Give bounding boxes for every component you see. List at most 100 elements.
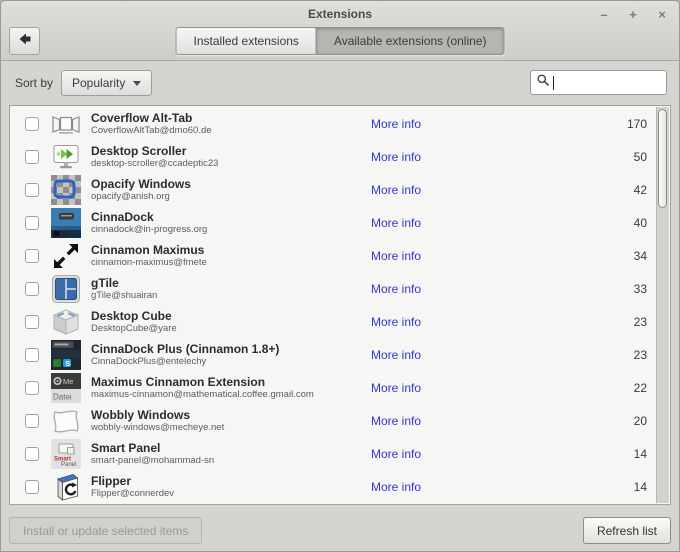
extension-text: Desktop Cube DesktopCube@yare (91, 310, 371, 334)
more-info-link[interactable]: More info (371, 183, 441, 197)
extension-row[interactable]: Me Datei Maximus Cinnamon Extension maxim… (10, 371, 655, 404)
popularity-count: 22 (633, 380, 647, 395)
extension-name: Wobbly Windows (91, 408, 190, 422)
popularity-count: 50 (633, 149, 647, 164)
more-info-link[interactable]: More info (371, 447, 441, 461)
sort-by-label: Sort by (15, 76, 54, 90)
extension-name: gTile (91, 276, 119, 290)
titlebar[interactable]: Extensions – + × (1, 1, 679, 27)
opacify-windows-icon (51, 174, 81, 205)
extension-row[interactable]: Desktop Scroller desktop-scroller@ccadep… (10, 140, 655, 173)
extension-row[interactable]: gTile gTile@shuairan More info 33 (10, 272, 655, 305)
more-info-link[interactable]: More info (371, 150, 441, 164)
desktop-scroller-icon (51, 142, 81, 172)
popularity-count: 23 (633, 347, 647, 362)
window-controls: – + × (597, 1, 669, 27)
extension-name: Smart Panel (91, 441, 161, 455)
svg-text:S: S (66, 360, 71, 367)
close-button[interactable]: × (655, 8, 669, 21)
extension-uuid: Flipper@connerdev (91, 487, 175, 499)
search-box[interactable] (530, 70, 667, 95)
search-icon (536, 73, 550, 92)
tab-bar: Installed extensions Available extension… (175, 27, 505, 55)
back-button[interactable] (9, 27, 40, 55)
popularity-count: 40 (633, 215, 647, 230)
more-info-link[interactable]: More info (371, 117, 441, 131)
extension-checkbox[interactable] (25, 215, 39, 230)
extension-text: Maximus Cinnamon Extension maximus-cinna… (91, 376, 371, 400)
extension-row[interactable]: CinnaDock cinnadock@in-progress.org More… (10, 206, 655, 239)
extension-uuid: CoverflowAltTab@dmo60.de (91, 124, 212, 136)
extension-checkbox[interactable] (25, 116, 39, 131)
extension-uuid: wobbly-windows@mecheye.net (91, 421, 225, 433)
extension-name: Coverflow Alt-Tab (91, 111, 193, 125)
extension-text: Coverflow Alt-Tab CoverflowAltTab@dmo60.… (91, 112, 371, 136)
popularity-count: 33 (633, 281, 647, 296)
extension-uuid: maximus-cinnamon@mathematical.coffee.gma… (91, 388, 314, 400)
tab-installed-extensions[interactable]: Installed extensions (176, 28, 316, 54)
extension-text: CinnaDock Plus (Cinnamon 1.8+) CinnaDock… (91, 343, 371, 367)
scrollbar-thumb[interactable] (658, 109, 667, 208)
vertical-scrollbar[interactable] (656, 107, 669, 503)
extension-text: Flipper Flipper@connerdev (91, 475, 371, 499)
extension-uuid: cinnamon-maximus@fmete (91, 256, 207, 268)
extension-checkbox[interactable] (25, 149, 39, 164)
back-arrow-icon (17, 31, 33, 52)
gtile-icon (51, 274, 81, 304)
svg-text:Panel: Panel (61, 462, 76, 468)
extension-checkbox[interactable] (25, 248, 39, 263)
desktop-cube-icon (51, 307, 81, 337)
extension-checkbox[interactable] (25, 347, 39, 362)
toolbar: Sort by Popularity (1, 61, 679, 105)
extension-text: gTile gTile@shuairan (91, 277, 371, 301)
extension-row[interactable]: Cinnamon Maximus cinnamon-maximus@fmete … (10, 239, 655, 272)
more-info-link[interactable]: More info (371, 480, 441, 494)
extension-row[interactable]: Coverflow Alt-Tab CoverflowAltTab@dmo60.… (10, 107, 655, 140)
more-info-link[interactable]: More info (371, 315, 441, 329)
extension-uuid: cinnadock@in-progress.org (91, 223, 208, 235)
extension-row[interactable]: Desktop Cube DesktopCube@yare More info … (10, 305, 655, 338)
extension-checkbox[interactable] (25, 479, 39, 494)
extension-text: Opacify Windows opacify@anish.org (91, 178, 371, 202)
maximize-button[interactable]: + (626, 8, 640, 21)
refresh-list-button[interactable]: Refresh list (582, 517, 671, 544)
install-update-button[interactable]: Install or update selected items (9, 517, 203, 544)
extension-row[interactable]: Flipper Flipper@connerdev More info 14 (10, 470, 655, 503)
extension-uuid: desktop-scroller@ccadeptic23 (91, 157, 219, 169)
extension-checkbox[interactable] (25, 380, 39, 395)
cinnadock-plus-icon: S (51, 339, 81, 370)
popularity-count: 34 (633, 248, 647, 263)
extension-name: Flipper (91, 474, 132, 488)
popularity-count: 14 (633, 479, 647, 494)
tab-available-extensions[interactable]: Available extensions (online) (315, 28, 504, 54)
coverflow-alt-tab-icon (51, 109, 81, 139)
extension-checkbox[interactable] (25, 314, 39, 329)
more-info-link[interactable]: More info (371, 249, 441, 263)
more-info-link[interactable]: More info (371, 381, 441, 395)
extension-name: Desktop Scroller (91, 144, 187, 158)
extension-name: CinnaDock Plus (Cinnamon 1.8+) (91, 342, 280, 356)
extension-checkbox[interactable] (25, 446, 39, 461)
window-chrome: Extensions – + × Installed extensions Av… (1, 1, 679, 61)
extensions-list-panel: Coverflow Alt-Tab CoverflowAltTab@dmo60.… (9, 105, 671, 505)
flipper-icon (51, 472, 81, 502)
extension-name: CinnaDock (91, 210, 154, 224)
more-info-link[interactable]: More info (371, 216, 441, 230)
popularity-count: 170 (626, 116, 647, 131)
extension-row[interactable]: S CinnaDock Plus (Cinnamon 1.8+) CinnaDo… (10, 338, 655, 371)
more-info-link[interactable]: More info (371, 348, 441, 362)
extension-checkbox[interactable] (25, 413, 39, 428)
extension-checkbox[interactable] (25, 281, 39, 296)
minimize-button[interactable]: – (597, 8, 611, 21)
sort-dropdown-value: Popularity (72, 76, 126, 90)
extension-uuid: opacify@anish.org (91, 190, 170, 202)
extension-row[interactable]: Opacify Windows opacify@anish.org More i… (10, 173, 655, 206)
search-input[interactable] (554, 75, 661, 90)
extension-name: Cinnamon Maximus (91, 243, 205, 257)
extension-row[interactable]: Smart Panel Smart Panel smart-panel@moham… (10, 437, 655, 470)
extension-checkbox[interactable] (25, 182, 39, 197)
extension-row[interactable]: Wobbly Windows wobbly-windows@mecheye.ne… (10, 404, 655, 437)
more-info-link[interactable]: More info (371, 282, 441, 296)
more-info-link[interactable]: More info (371, 414, 441, 428)
sort-dropdown[interactable]: Popularity (61, 70, 153, 96)
